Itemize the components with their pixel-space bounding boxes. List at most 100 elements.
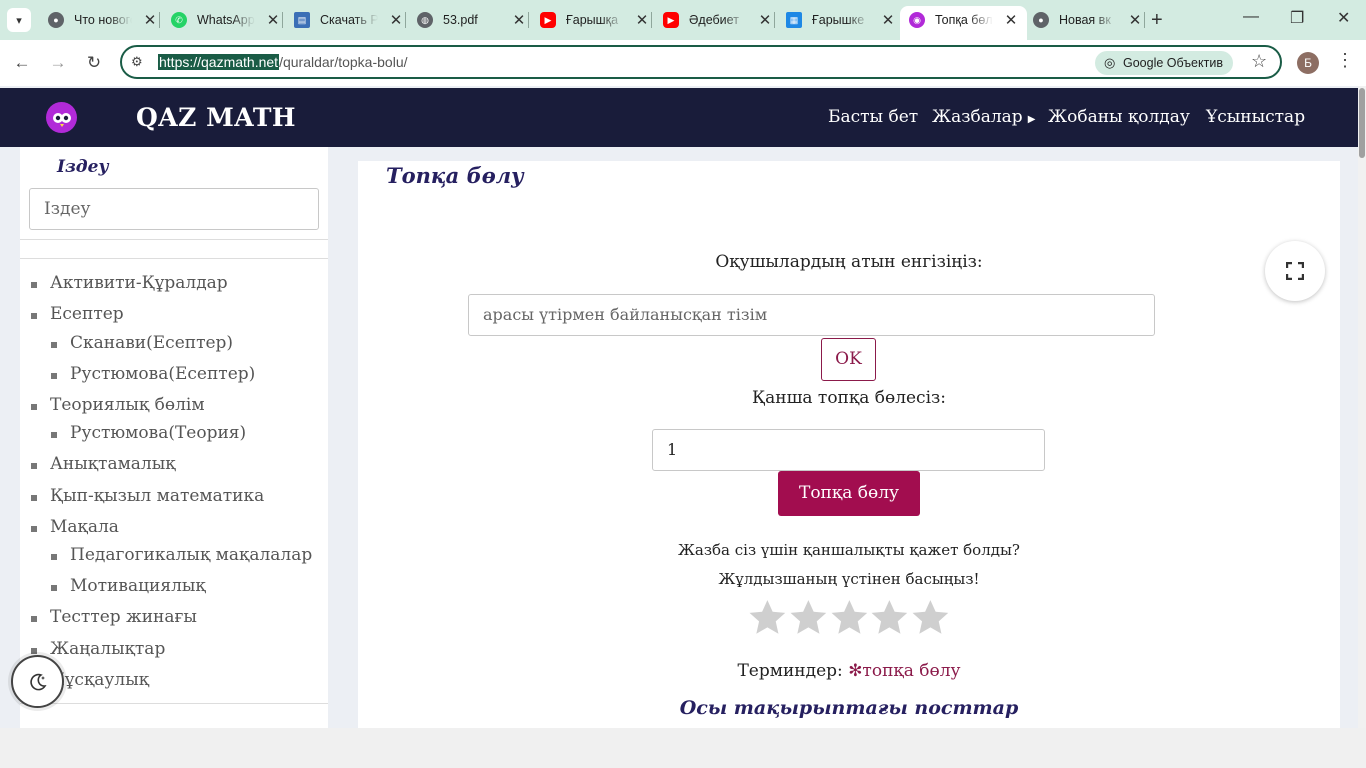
moon-icon bbox=[29, 673, 47, 690]
browser-tab[interactable]: ✆ WhatsApp ✕ bbox=[171, 6, 281, 34]
sidebar-item-motivational[interactable]: Мотивациялық bbox=[51, 576, 206, 596]
tab-divider bbox=[1144, 12, 1145, 28]
chrome-icon: ● bbox=[1033, 12, 1049, 28]
site-title[interactable]: QAZ MATH bbox=[136, 103, 296, 132]
star-icon[interactable] bbox=[910, 597, 951, 639]
browser-menu-icon[interactable]: ⋮ bbox=[1336, 50, 1354, 71]
browser-tab[interactable]: ● Что нового ✕ bbox=[48, 6, 158, 34]
close-icon[interactable]: ✕ bbox=[388, 11, 404, 29]
back-arrow-icon[interactable]: ← bbox=[10, 51, 34, 75]
sidebar-item-pedagogical[interactable]: Педагогикалық мақалалар bbox=[50, 545, 312, 565]
grid-icon: ▦ bbox=[786, 12, 802, 28]
sidebar-item-tests[interactable]: Тесттер жинағы bbox=[31, 607, 197, 627]
tab-divider bbox=[528, 12, 529, 28]
tab-divider bbox=[405, 12, 406, 28]
google-lens-button[interactable]: ◎ Google Объектив bbox=[1095, 51, 1233, 75]
nav-posts[interactable]: Жазбалар ▶ bbox=[932, 107, 1035, 127]
tab-divider bbox=[159, 12, 160, 28]
tab-search-button[interactable]: ▾ bbox=[7, 8, 31, 32]
profile-avatar[interactable]: Б bbox=[1297, 52, 1319, 74]
nav-home[interactable]: Басты бет bbox=[828, 107, 918, 127]
student-names-input[interactable]: арасы үтірмен байланысқан тізім bbox=[468, 294, 1155, 336]
nav-suggestions[interactable]: Ұсыныстар bbox=[1206, 107, 1305, 127]
owl-icon: ◉ bbox=[909, 12, 925, 28]
tab-title: Ғарышқа bbox=[566, 13, 619, 27]
tab-title: Что нового bbox=[74, 13, 132, 27]
owl-logo-icon[interactable] bbox=[46, 102, 77, 133]
sidebar-item-theory[interactable]: Теориялық бөлім bbox=[31, 395, 205, 415]
nav-support[interactable]: Жобаны қолдау bbox=[1048, 107, 1190, 127]
rating-hint: Жұлдызшаның үстінен басыңыз! bbox=[718, 570, 980, 588]
close-icon[interactable]: ✕ bbox=[265, 11, 281, 29]
group-count-input[interactable]: 1 bbox=[652, 429, 1045, 471]
sidebar-item-rustyumova-theory[interactable]: Рустюмова(Теория) bbox=[50, 423, 246, 443]
caret-right-icon: ▶ bbox=[1027, 114, 1036, 125]
term-tag-link[interactable]: ✻топқа бөлу bbox=[848, 661, 960, 681]
divider bbox=[20, 239, 328, 240]
browser-tab[interactable]: ▶ Ғарышқа ✕ bbox=[540, 6, 650, 34]
address-url[interactable]: https://qazmath.net/quraldar/topka-bolu/ bbox=[158, 54, 408, 70]
sidebar-item-red-math[interactable]: Қып-қызыл математика bbox=[30, 486, 264, 506]
rating-stars bbox=[747, 597, 951, 639]
restore-icon[interactable]: ❐ bbox=[1290, 8, 1304, 28]
browser-tab-bar: ▾ ● Что нового ✕ ✆ WhatsApp ✕ ▤ Скачать … bbox=[0, 0, 1366, 40]
new-tab-plus-icon[interactable]: + bbox=[1151, 9, 1163, 32]
split-into-groups-button[interactable]: Топқа бөлу bbox=[778, 471, 920, 516]
tab-divider bbox=[774, 12, 775, 28]
close-icon[interactable]: ✕ bbox=[142, 11, 158, 29]
lens-label: Google Объектив bbox=[1123, 56, 1223, 70]
minimize-icon[interactable]: — bbox=[1243, 8, 1259, 26]
address-bar[interactable]: ⚙ https://qazmath.net/quraldar/topka-bol… bbox=[120, 45, 1282, 79]
sidebar: Іздеу Іздеу Активити-Құралдар Есептер Ск… bbox=[20, 147, 328, 728]
terms-label: Терминдер: bbox=[737, 661, 843, 681]
browser-tab[interactable]: ● Новая вк ✕ bbox=[1033, 6, 1143, 34]
nav-posts-label: Жазбалар bbox=[932, 107, 1023, 127]
close-icon[interactable]: ✕ bbox=[757, 11, 773, 29]
sidebar-item-articles[interactable]: Мақала bbox=[31, 517, 119, 537]
tab-title: 53.pdf bbox=[443, 13, 478, 27]
browser-tab[interactable]: ◍ 53.pdf ✕ bbox=[417, 6, 527, 34]
main-content: Топқа бөлу Оқушылардың атын енгізіңіз: а… bbox=[358, 161, 1340, 728]
close-window-icon[interactable]: ✕ bbox=[1337, 8, 1350, 28]
book-icon: ▤ bbox=[294, 12, 310, 28]
sidebar-item-problems[interactable]: Есептер bbox=[31, 304, 124, 324]
close-icon[interactable]: ✕ bbox=[880, 11, 896, 29]
close-icon[interactable]: ✕ bbox=[1127, 11, 1143, 29]
star-icon[interactable] bbox=[829, 597, 870, 639]
search-input[interactable]: Іздеу bbox=[29, 188, 319, 230]
star-icon[interactable] bbox=[788, 597, 829, 639]
browser-tab[interactable]: ▶ Әдебиет ✕ bbox=[663, 6, 773, 34]
terms-line: Терминдер: ✻топқа бөлу bbox=[358, 661, 1340, 681]
related-posts-title: Осы тақырыптағы посттар bbox=[679, 697, 1019, 719]
star-icon[interactable] bbox=[869, 597, 910, 639]
dark-mode-toggle[interactable] bbox=[11, 655, 64, 708]
scrollbar-thumb[interactable] bbox=[1359, 88, 1365, 158]
page-scrollbar[interactable] bbox=[1358, 86, 1366, 728]
browser-toolbar: ← → ↻ ⚙ https://qazmath.net/quraldar/top… bbox=[0, 40, 1366, 86]
group-count-label: Қанша топқа бөлесіз: bbox=[751, 388, 947, 408]
site-info-icon[interactable]: ⚙ bbox=[131, 54, 143, 70]
bookmark-star-icon[interactable]: ☆ bbox=[1251, 51, 1267, 72]
tab-divider bbox=[282, 12, 283, 28]
reload-icon[interactable]: ↻ bbox=[82, 51, 106, 75]
close-icon[interactable]: ✕ bbox=[634, 11, 650, 29]
tab-title: Ғарышке bbox=[812, 13, 865, 27]
sidebar-item-skanavi[interactable]: Сканави(Есептер) bbox=[50, 333, 233, 353]
divider bbox=[20, 258, 328, 259]
sidebar-item-reference[interactable]: Анықтамалық bbox=[31, 454, 176, 474]
close-icon[interactable]: ✕ bbox=[1003, 11, 1019, 29]
ok-button[interactable]: OK bbox=[821, 338, 876, 381]
url-path: /quraldar/topka-bolu/ bbox=[279, 54, 408, 70]
bottom-area bbox=[0, 728, 1366, 768]
forward-arrow-icon[interactable]: → bbox=[46, 51, 70, 75]
browser-tab-active[interactable]: ◉ Топқа бөл ✕ bbox=[900, 6, 1027, 40]
browser-tab[interactable]: ▦ Ғарышке ✕ bbox=[786, 6, 896, 34]
browser-tab[interactable]: ▤ Скачать P ✕ bbox=[294, 6, 404, 34]
star-icon[interactable] bbox=[747, 597, 788, 639]
sidebar-item-news[interactable]: Жаңалықтар bbox=[30, 639, 165, 659]
close-icon[interactable]: ✕ bbox=[511, 11, 527, 29]
sidebar-item-rustyumova-problems[interactable]: Рустюмова(Есептер) bbox=[50, 364, 255, 384]
sidebar-item-guide[interactable]: Нұсқаулық bbox=[30, 670, 149, 690]
sidebar-item-activities[interactable]: Активити-Құралдар bbox=[31, 273, 228, 293]
tab-title: Әдебиет bbox=[689, 13, 739, 27]
